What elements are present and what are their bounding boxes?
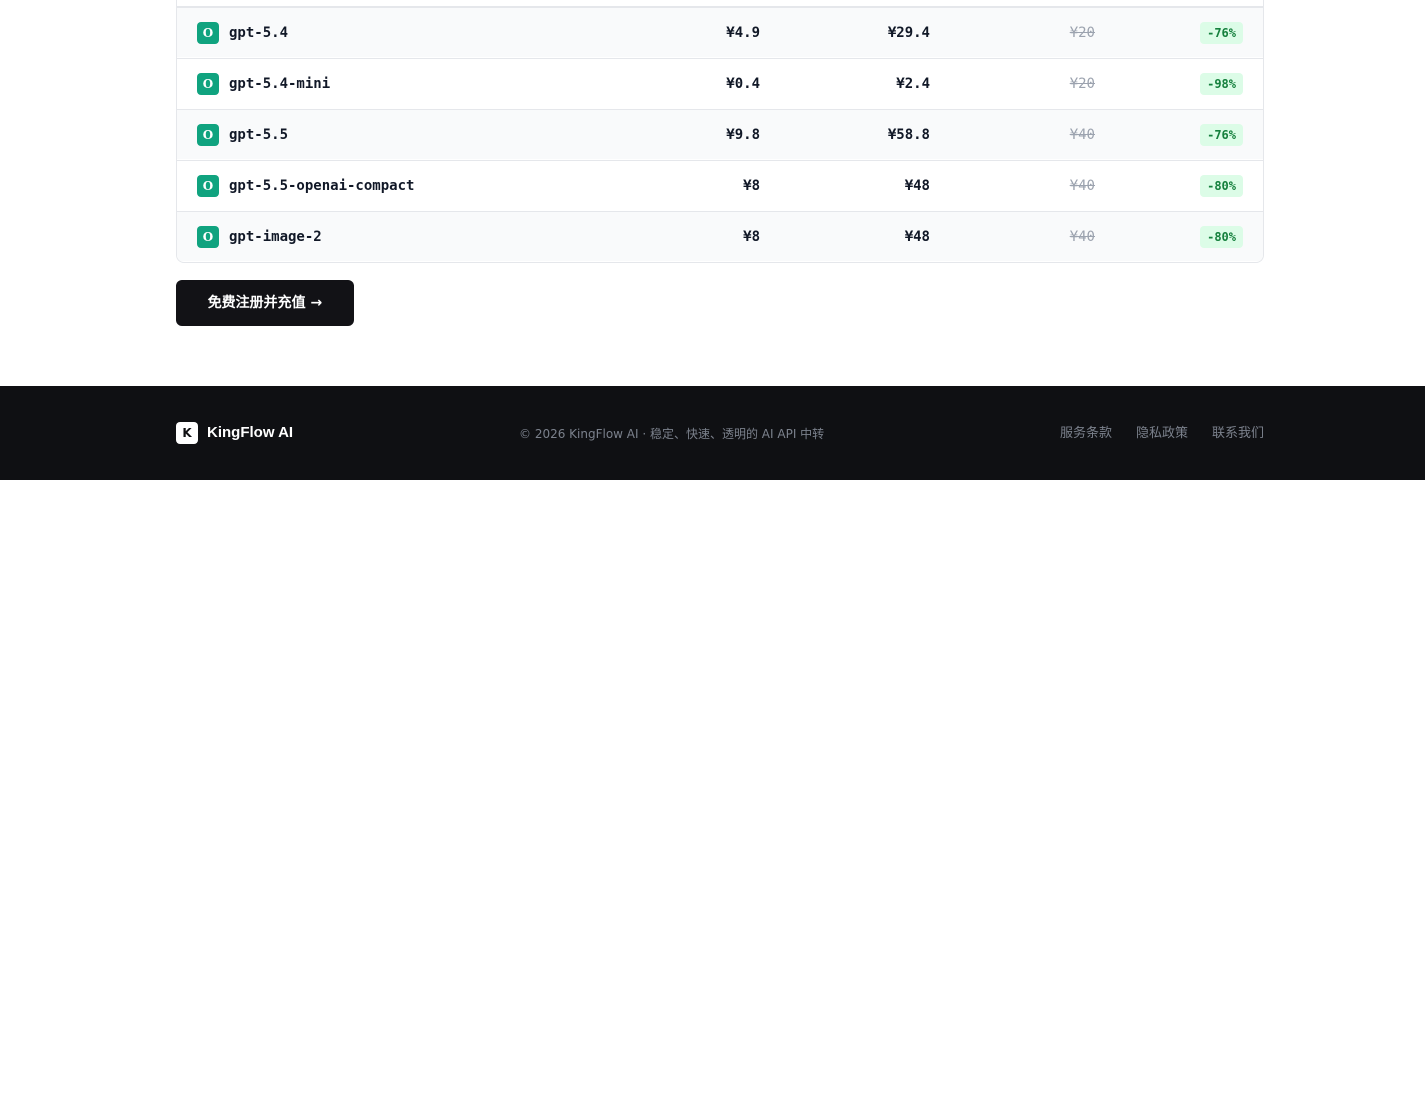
input-price: ¥8 <box>743 178 760 194</box>
discount-badge: -76% <box>1200 22 1243 44</box>
openai-icon: O <box>197 22 219 44</box>
input-price: ¥9.8 <box>726 127 760 143</box>
input-price: ¥0.4 <box>726 76 760 92</box>
output-price: ¥48 <box>904 229 930 245</box>
table-row: O gpt-5.4-mini ¥0.4 ¥2.4 ¥20 -98% <box>177 58 1263 108</box>
model-name: gpt-5.5-openai-compact <box>229 178 415 194</box>
openai-icon: O <box>197 73 219 95</box>
table-row: O gpt-image-2 ¥8 ¥48 ¥40 -80% <box>177 211 1263 261</box>
openai-icon: O <box>197 175 219 197</box>
model-name: gpt-5.4 <box>229 25 289 41</box>
footer-link-contact[interactable]: 联系我们 <box>1212 425 1264 443</box>
table-row: O gpt-5.5 ¥9.8 ¥58.8 ¥40 -76% <box>177 109 1263 159</box>
kingflow-logo-icon: K <box>176 422 198 444</box>
model-name: gpt-5.4-mini <box>229 76 331 92</box>
original-price: ¥40 <box>1069 229 1095 245</box>
openai-icon: O <box>197 226 219 248</box>
original-price: ¥20 <box>1069 25 1095 41</box>
output-price: ¥48 <box>904 178 930 194</box>
output-price: ¥58.8 <box>887 127 930 143</box>
footer-brand: KingFlow AI <box>207 424 294 441</box>
footer-link-terms[interactable]: 服务条款 <box>1060 425 1112 443</box>
discount-badge: -80% <box>1200 226 1243 248</box>
output-price: ¥2.4 <box>896 76 930 92</box>
original-price: ¥40 <box>1069 127 1095 143</box>
input-price: ¥4.9 <box>726 25 760 41</box>
table-row: O gpt-5.4 ¥4.9 ¥29.4 ¥20 -76% <box>177 7 1263 57</box>
model-name: gpt-image-2 <box>229 229 322 245</box>
discount-badge: -80% <box>1200 175 1243 197</box>
original-price: ¥20 <box>1069 76 1095 92</box>
discount-badge: -98% <box>1200 73 1243 95</box>
footer-link-privacy[interactable]: 隐私政策 <box>1136 425 1188 443</box>
original-price: ¥40 <box>1069 178 1095 194</box>
pricing-table: O gpt-5.4 ¥4.9 ¥29.4 ¥20 -76% O gpt-5.4-… <box>176 0 1264 263</box>
footer-links: 服务条款 隐私政策 联系我们 <box>1060 425 1264 443</box>
openai-icon: O <box>197 124 219 146</box>
footer-copyright: © 2026 KingFlow AI · 稳定、快速、透明的 AI API 中转 <box>519 427 825 441</box>
model-name: gpt-5.5 <box>229 127 289 143</box>
register-recharge-button[interactable]: 免费注册并充值 → <box>176 280 354 326</box>
discount-badge: -76% <box>1200 124 1243 146</box>
input-price: ¥8 <box>743 229 760 245</box>
output-price: ¥29.4 <box>887 25 930 41</box>
site-footer: K KingFlow AI © 2026 KingFlow AI · 稳定、快速… <box>0 386 1425 480</box>
pricing-page: O gpt-5.4 ¥4.9 ¥29.4 ¥20 -76% O gpt-5.4-… <box>0 0 1425 1100</box>
table-row: O gpt-5.5-openai-compact ¥8 ¥48 ¥40 -80% <box>177 160 1263 210</box>
